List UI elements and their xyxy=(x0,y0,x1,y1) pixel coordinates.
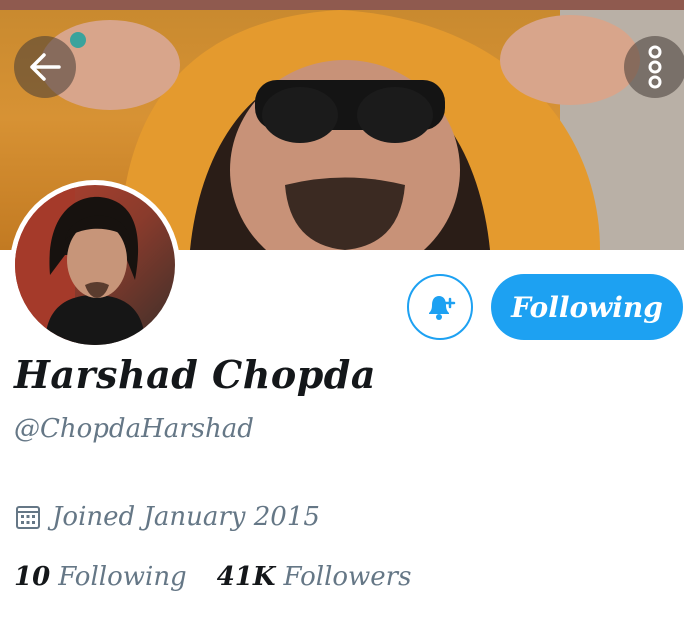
followers-count[interactable]: 41K xyxy=(217,562,276,592)
following-button[interactable]: Following xyxy=(491,274,683,340)
more-vertical-icon xyxy=(648,45,662,89)
following-count[interactable]: 10 xyxy=(14,562,50,592)
status-strip xyxy=(0,0,684,10)
avatar-image xyxy=(15,185,175,345)
bell-plus-icon xyxy=(429,296,456,320)
back-button[interactable] xyxy=(14,36,76,98)
notifications-button[interactable] xyxy=(407,274,473,340)
profile-stats: 10 Following 41K Followers xyxy=(14,562,441,592)
followers-label[interactable]: Followers xyxy=(283,562,411,592)
arrow-left-icon xyxy=(30,53,61,81)
calendar-icon xyxy=(16,506,40,529)
avatar-photo xyxy=(15,185,145,345)
joined-date: Joined January 2015 xyxy=(14,502,320,532)
more-options-button[interactable] xyxy=(624,36,684,98)
profile-handle: @ChopdaHarshad xyxy=(14,414,254,444)
joined-text: Joined January 2015 xyxy=(52,502,320,532)
avatar[interactable] xyxy=(10,180,180,350)
profile-name: Harshad Chopda xyxy=(14,352,376,397)
following-label[interactable]: Following xyxy=(58,562,187,592)
